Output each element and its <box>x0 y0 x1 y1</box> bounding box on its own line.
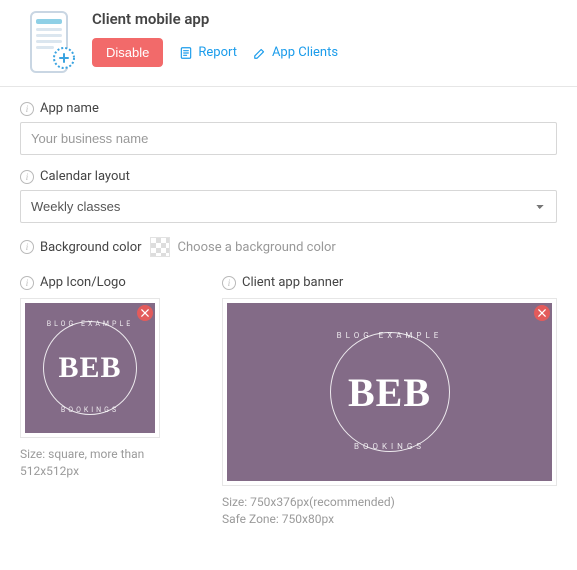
banner-caption: Size: 750x376px(recommended) Safe Zone: … <box>222 494 557 528</box>
banner-center-text: BEB <box>348 369 431 416</box>
banner-arc-bottom: BOOKINGS <box>354 442 425 451</box>
background-color-picker[interactable] <box>150 237 170 257</box>
info-icon: i <box>20 276 34 290</box>
banner-caption-line2: Safe Zone: 750x80px <box>222 511 557 528</box>
page-title: Client mobile app <box>92 10 557 28</box>
remove-logo-button[interactable] <box>137 305 153 321</box>
banner-label: Client app banner <box>242 275 343 290</box>
info-icon: i <box>20 102 34 116</box>
close-icon <box>538 309 546 317</box>
pencil-icon <box>253 46 267 60</box>
app-name-label: App name <box>40 101 99 116</box>
app-icon-preview[interactable]: BLOG EXAMPLE BEB BOOKINGS <box>20 298 160 438</box>
app-clients-link[interactable]: App Clients <box>253 45 338 60</box>
info-icon: i <box>222 276 236 290</box>
app-name-input[interactable] <box>20 122 557 155</box>
remove-banner-button[interactable] <box>534 305 550 321</box>
calendar-layout-select[interactable]: Weekly classes <box>20 190 557 223</box>
report-link[interactable]: Report <box>179 45 237 60</box>
app-icon-label: App Icon/Logo <box>40 275 126 290</box>
background-color-label: Background color <box>40 240 142 255</box>
app-icon-caption: Size: square, more than 512x512px <box>20 446 198 480</box>
mobile-app-icon <box>20 10 78 74</box>
logo-arc-bottom: BOOKINGS <box>61 406 119 414</box>
disable-button[interactable]: Disable <box>92 38 163 67</box>
report-icon <box>179 46 193 60</box>
banner-caption-line1: Size: 750x376px(recommended) <box>222 494 557 511</box>
banner-preview[interactable]: BLOG EXAMPLE BEB BOOKINGS <box>222 298 557 486</box>
app-clients-label: App Clients <box>272 45 338 60</box>
logo-arc-top: BLOG EXAMPLE <box>47 320 133 328</box>
logo-center-text: BEB <box>58 351 121 385</box>
report-label: Report <box>198 45 237 60</box>
banner-arc-top: BLOG EXAMPLE <box>337 331 443 340</box>
close-icon <box>141 309 149 317</box>
calendar-layout-label: Calendar layout <box>40 169 130 184</box>
info-icon: i <box>20 240 34 254</box>
info-icon: i <box>20 170 34 184</box>
background-color-hint: Choose a background color <box>178 240 336 255</box>
